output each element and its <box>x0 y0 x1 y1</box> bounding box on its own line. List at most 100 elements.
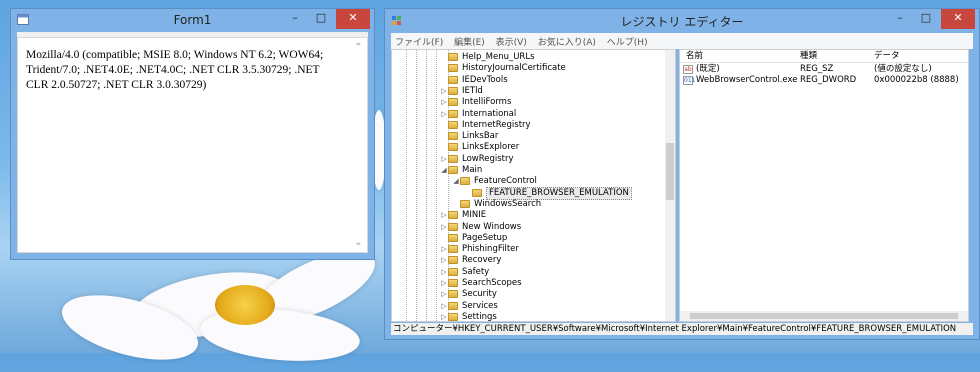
tree-guide-line <box>406 50 407 321</box>
registry-values-pane[interactable]: 名前 種類 データ ab (既定) REG_SZ (値の設定なし) 011 We… <box>679 49 969 322</box>
string-value-icon: ab <box>683 65 693 74</box>
expand-arrow-icon[interactable]: ▷ <box>440 301 448 312</box>
folder-icon <box>448 143 458 152</box>
value-row[interactable]: ab (既定) REG_SZ (値の設定なし) <box>680 64 968 75</box>
folder-icon <box>448 312 458 321</box>
column-header-data[interactable]: データ <box>874 50 900 62</box>
regedit-close-button[interactable]: ✕ <box>941 9 975 29</box>
tree-item-label: Settings <box>462 311 497 322</box>
folder-icon <box>448 233 458 242</box>
tree-item-label: IntelliForms <box>462 97 512 108</box>
values-list-header: 名前 種類 データ <box>680 50 968 63</box>
registry-editor-window: レジストリ エディター – □ ✕ ファイル(F) 編集(E) 表示(V) お気… <box>384 8 980 340</box>
tree-item-label: New Windows <box>462 221 522 232</box>
form1-window: Form1 – □ ✕ Mozilla/4.0 (compatible; MSI… <box>10 8 375 260</box>
browser-vertical-scrollbar[interactable]: ⌃ ⌄ <box>350 38 367 252</box>
menu-view[interactable]: 表示(V) <box>492 33 531 48</box>
expand-arrow-icon[interactable]: ◢ <box>452 176 460 187</box>
tree-guide-line <box>426 50 427 321</box>
registry-tree-pane[interactable]: Help_Menu_URLs HistoryJournalCertificate I… <box>391 49 676 322</box>
folder-icon <box>448 166 458 174</box>
folder-icon <box>448 279 458 287</box>
tree-item-label: International <box>462 108 517 119</box>
folder-icon <box>448 109 458 118</box>
folder-icon <box>448 53 458 61</box>
folder-icon <box>448 75 458 84</box>
web-browser-control[interactable]: Mozilla/4.0 (compatible; MSIE 8.0; Windo… <box>17 37 368 253</box>
tree-item-label: FEATURE_BROWSER_EMULATION <box>486 186 632 200</box>
regedit-minimize-button[interactable]: – <box>887 9 913 29</box>
tree-scroll-thumb[interactable] <box>666 143 674 200</box>
tree-item-label: Recovery <box>462 255 502 266</box>
regedit-titlebar[interactable]: レジストリ エディター – □ ✕ <box>385 9 979 33</box>
expand-arrow-icon[interactable]: ▷ <box>440 86 448 97</box>
tree-item-label: MINIE <box>462 210 487 221</box>
folder-icon <box>448 64 458 73</box>
tree-item-label: LinksBar <box>462 131 499 142</box>
scroll-up-arrow-icon[interactable]: ⌃ <box>350 42 367 53</box>
expand-arrow-icon[interactable]: ◢ <box>440 165 448 176</box>
tree-item-label: LinksExplorer <box>462 142 520 153</box>
value-type: REG_SZ <box>800 64 834 74</box>
folder-icon <box>448 132 458 141</box>
expand-arrow-icon[interactable]: ▷ <box>440 312 448 321</box>
value-name: (既定) <box>696 64 720 74</box>
folder-icon <box>460 177 470 186</box>
maximize-button[interactable]: □ <box>308 9 334 29</box>
tree-item-label: InternetRegistry <box>462 119 531 130</box>
column-header-type[interactable]: 種類 <box>800 50 817 62</box>
expand-arrow-icon[interactable]: ▷ <box>440 109 448 120</box>
tree-guide-line <box>436 50 437 321</box>
close-button[interactable]: ✕ <box>336 9 370 29</box>
tree-item-label: PageSetup <box>462 232 508 243</box>
tree-guide-line <box>416 50 417 321</box>
expand-arrow-icon[interactable]: ▷ <box>440 289 448 300</box>
value-data: 0x000022b8 (8888) <box>874 75 959 85</box>
folder-icon <box>448 154 458 163</box>
user-agent-text: Mozilla/4.0 (compatible; MSIE 8.0; Windo… <box>26 49 324 91</box>
dword-value-icon: 011 <box>683 76 696 85</box>
scroll-down-arrow-icon[interactable]: ⌄ <box>350 237 367 248</box>
value-row[interactable]: 011 WebBrowserControl.exe REG_DWORD 0x00… <box>680 75 968 86</box>
expand-arrow-icon[interactable]: ▷ <box>440 278 448 289</box>
form1-titlebar[interactable]: Form1 – □ ✕ <box>11 9 374 32</box>
menu-help[interactable]: ヘルプ(H) <box>603 33 652 48</box>
column-header-name[interactable]: 名前 <box>686 50 703 62</box>
folder-icon <box>448 86 458 95</box>
tree-item-label: WindowsSearch <box>474 198 542 209</box>
expand-arrow-icon[interactable]: ▷ <box>440 210 448 221</box>
tree-item-label: IETld <box>462 85 483 96</box>
minimize-button[interactable]: – <box>282 9 308 29</box>
expand-arrow-icon[interactable]: ▷ <box>440 267 448 278</box>
menu-bar: ファイル(F) 編集(E) 表示(V) お気に入り(A) ヘルプ(H) <box>391 33 973 49</box>
tree-item-label: PhishingFilter <box>462 244 519 255</box>
expand-arrow-icon[interactable]: ▷ <box>440 244 448 255</box>
folder-icon <box>448 120 458 129</box>
folder-icon <box>448 245 458 254</box>
folder-icon <box>472 188 482 197</box>
folder-icon <box>448 211 458 220</box>
menu-file[interactable]: ファイル(F) <box>391 33 447 48</box>
folder-icon <box>448 290 458 299</box>
expand-arrow-icon[interactable]: ▷ <box>440 222 448 233</box>
tree-item-label: Security <box>462 289 497 300</box>
tree-item-label: HistoryJournalCertificate <box>462 63 566 74</box>
value-name: WebBrowserControl.exe <box>696 75 798 85</box>
expand-arrow-icon[interactable]: ▷ <box>440 154 448 165</box>
menu-edit[interactable]: 編集(E) <box>450 33 489 48</box>
folder-icon <box>448 222 458 231</box>
tree-item-label: IEDevTools <box>462 74 508 85</box>
regedit-maximize-button[interactable]: □ <box>913 9 939 29</box>
expand-arrow-icon[interactable]: ▷ <box>440 255 448 266</box>
tree-vertical-scrollbar[interactable] <box>665 50 675 321</box>
values-horizontal-scrollbar[interactable] <box>680 311 968 321</box>
expand-arrow-icon[interactable]: ▷ <box>440 97 448 108</box>
values-scroll-thumb[interactable] <box>690 313 958 319</box>
menu-favorites[interactable]: お気に入り(A) <box>534 33 600 48</box>
folder-icon <box>460 199 470 208</box>
status-bar-path: コンピューター¥HKEY_CURRENT_USER¥Software¥Micro… <box>391 323 973 335</box>
value-type: REG_DWORD <box>800 75 857 85</box>
folder-icon <box>448 301 458 310</box>
folder-icon <box>448 267 458 276</box>
folder-icon <box>448 98 458 107</box>
